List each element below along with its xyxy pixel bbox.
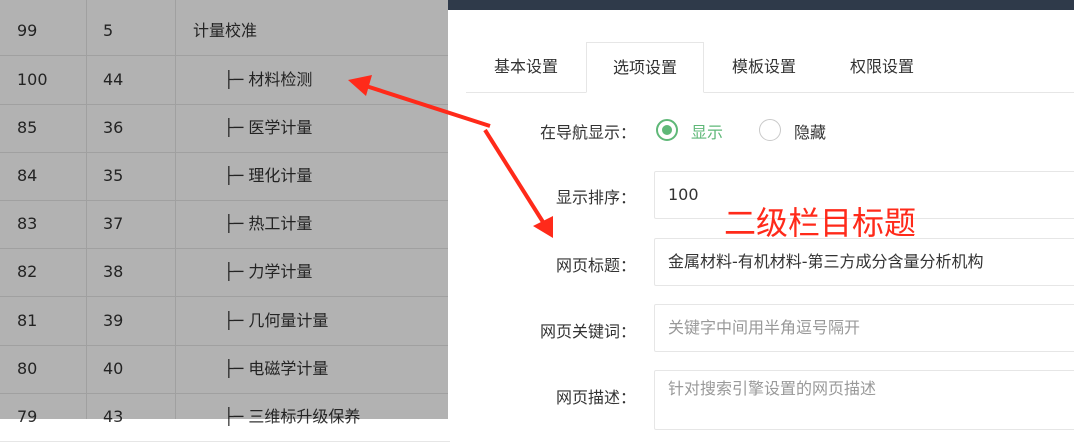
arrow-to-category (348, 75, 491, 128)
arrow-to-title-field (483, 128, 553, 238)
annotation-arrows (348, 75, 553, 238)
